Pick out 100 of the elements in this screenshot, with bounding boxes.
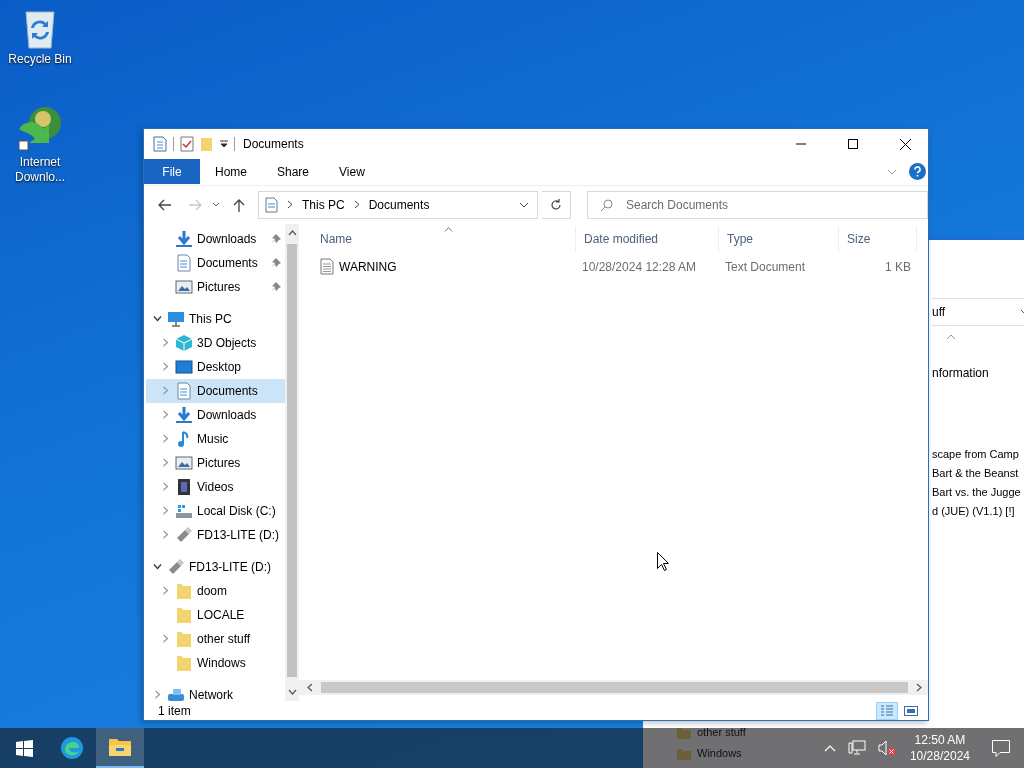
desktop-icon-label[interactable]: Internet Downlo... <box>7 155 73 185</box>
breadcrumb[interactable]: Documents <box>368 197 430 212</box>
ribbon-tab[interactable]: View <box>324 159 380 185</box>
arrow-up-icon <box>233 197 245 212</box>
nav-item[interactable]: 3D Objects <box>146 330 285 355</box>
nav-item[interactable]: This PC <box>146 306 285 331</box>
dropdown-text: uff <box>932 305 946 319</box>
sort-caret-icon[interactable] <box>443 226 453 232</box>
nav-item[interactable]: FD13-LITE (D:) <box>146 554 285 579</box>
large-icons-view-icon <box>904 704 918 717</box>
nav-item[interactable]: other stuff <box>146 626 285 651</box>
nav-item[interactable]: Documents <box>146 250 285 275</box>
desktop-icon-label[interactable]: Recycle Bin <box>7 52 73 67</box>
properties-icon[interactable] <box>153 136 167 152</box>
recent-locations-icon[interactable] <box>212 202 220 208</box>
text-file-icon <box>320 258 334 276</box>
column-header[interactable]: Name <box>312 225 576 252</box>
chevron-right-icon[interactable] <box>287 200 293 210</box>
ribbon-tab[interactable]: Share <box>262 159 325 185</box>
nav-item[interactable]: Pictures <box>146 450 285 475</box>
search-field[interactable]: Search Documents <box>587 190 928 219</box>
details-view-icon <box>880 704 894 717</box>
desktop-icon <box>175 357 193 376</box>
chevron-up-icon[interactable] <box>823 744 836 752</box>
refresh-button[interactable] <box>542 190 571 219</box>
network-icon[interactable] <box>847 740 866 756</box>
maximize-icon <box>848 139 858 149</box>
chevron-down-icon[interactable] <box>519 201 529 208</box>
pin-icon[interactable] <box>271 281 281 292</box>
arrow-left-icon <box>158 198 172 211</box>
breadcrumb[interactable]: This PC <box>302 197 345 212</box>
file-explorer-taskbar-button[interactable] <box>96 728 144 768</box>
usb-icon <box>167 557 185 576</box>
pin-icon[interactable] <box>271 257 281 268</box>
file-name: WARNING <box>339 259 397 274</box>
download-icon <box>175 229 193 248</box>
arrow-right-icon <box>188 198 202 211</box>
browser-icon <box>60 736 84 760</box>
nav-item[interactable]: LOCALE <box>146 602 285 627</box>
column-header[interactable]: Size <box>839 225 917 252</box>
scrollbar[interactable] <box>285 223 299 702</box>
nav-item[interactable]: Windows <box>146 650 285 675</box>
type-cell: Text Document <box>725 259 806 274</box>
folder-name[interactable]: other stuff <box>697 726 746 739</box>
list-item[interactable]: Bart vs. the Jugge <box>932 486 1024 498</box>
nav-item[interactable]: Network <box>146 682 285 702</box>
nav-item[interactable]: Videos <box>146 474 285 499</box>
details-view-button[interactable] <box>876 701 898 720</box>
scroll-left-icon[interactable] <box>307 683 313 693</box>
nav-item[interactable]: Downloads <box>146 402 285 427</box>
clock-date[interactable]: 10/28/2024 <box>909 748 970 764</box>
folder-name[interactable]: Windows <box>697 747 742 760</box>
date-cell: 10/28/2024 12:28 AM <box>582 259 697 274</box>
help-icon[interactable] <box>909 163 926 181</box>
notification-icon[interactable] <box>992 739 1010 757</box>
dropdown-icon[interactable] <box>220 140 228 148</box>
folder-icon <box>108 736 132 758</box>
nav-item[interactable]: Pictures <box>146 274 285 299</box>
folder-icon <box>175 605 193 624</box>
scroll-down-icon[interactable] <box>287 689 297 696</box>
nav-item[interactable]: Downloads <box>146 226 285 251</box>
nav-item[interactable]: Desktop <box>146 354 285 379</box>
nav-item[interactable]: Local Disk (C:) <box>146 498 285 523</box>
picture-icon <box>175 453 193 472</box>
checklist-icon[interactable] <box>180 136 194 152</box>
caret-up-icon[interactable] <box>946 334 956 340</box>
scrollbar[interactable] <box>299 680 928 696</box>
list-item[interactable]: scape from Camp <box>932 448 1024 460</box>
info-text: nformation <box>932 366 990 380</box>
address-bar[interactable]: This PC Documents <box>258 190 538 219</box>
video-icon <box>175 477 193 496</box>
nav-item[interactable]: Music <box>146 426 285 451</box>
list-item[interactable]: d (JUE) (V1.1) [!] <box>932 505 1024 517</box>
size-cell: 1 KB <box>885 259 911 274</box>
nav-item[interactable]: doom <box>146 578 285 603</box>
windows-logo-icon <box>15 739 33 757</box>
download-icon <box>175 405 193 424</box>
chevron-down-icon[interactable] <box>152 562 162 572</box>
chevron-right-icon[interactable] <box>353 200 360 210</box>
nav-item[interactable]: FD13-LITE (D:) <box>146 522 285 547</box>
picture-icon <box>175 277 193 296</box>
document-icon <box>175 381 193 400</box>
document-icon <box>265 196 278 213</box>
list-item[interactable]: Bart & the Beanst <box>932 467 1024 479</box>
nav-item[interactable]: Documents <box>146 378 285 403</box>
ribbon-tab[interactable]: Home <box>200 159 262 185</box>
scroll-right-icon[interactable] <box>916 683 922 693</box>
chevron-down-icon[interactable] <box>152 314 162 324</box>
clock-time[interactable]: 12:50 AM <box>914 732 966 748</box>
file-row[interactable]: WARNING 10/28/2024 12:28 AM Text Document 1 KB <box>312 255 928 278</box>
column-header[interactable]: Date modified <box>576 225 719 252</box>
scroll-up-icon[interactable] <box>287 229 297 236</box>
folder-icon <box>175 629 193 648</box>
pin-icon[interactable] <box>271 233 281 244</box>
pc-icon <box>167 309 185 328</box>
mouse-pointer-icon <box>657 552 669 571</box>
column-header[interactable]: Type <box>719 225 839 252</box>
refresh-icon <box>550 198 562 211</box>
speaker-icon[interactable] <box>877 740 896 756</box>
close-icon <box>899 138 911 150</box>
